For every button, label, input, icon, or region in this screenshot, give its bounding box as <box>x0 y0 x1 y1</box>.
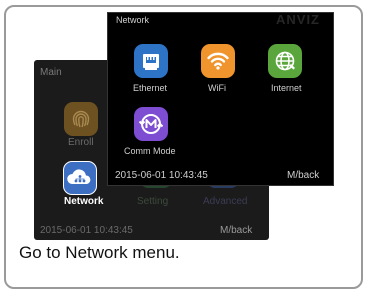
ethernet-label: Ethernet <box>133 83 168 93</box>
network-back-hint: M/back <box>287 170 320 181</box>
internet-label: Internet <box>271 83 302 93</box>
comm-mode-icon <box>138 114 164 134</box>
brand-logo: ANVIZ <box>276 12 320 27</box>
comm-mode-button[interactable] <box>134 107 168 141</box>
main-status-datetime: 2015-06-01 10:43:45 <box>40 225 133 236</box>
enroll-button[interactable] <box>64 102 98 136</box>
ethernet-icon <box>143 54 159 70</box>
ethernet-button[interactable] <box>134 44 168 78</box>
cloud-network-icon <box>67 169 91 184</box>
network-menu-title: Network <box>116 15 150 25</box>
main-back-hint: M/back <box>220 225 253 236</box>
internet-button[interactable] <box>268 44 302 78</box>
wifi-button[interactable] <box>201 44 235 78</box>
enroll-label: Enroll <box>68 137 94 148</box>
main-menu-title: Main <box>40 67 62 78</box>
network-menu-screen <box>107 12 334 186</box>
fingerprint-icon <box>72 110 90 128</box>
globe-icon <box>275 51 295 71</box>
comm-mode-label: Comm Mode <box>124 146 176 156</box>
setting-label: Setting <box>137 196 169 207</box>
figure-caption: Go to Network menu. <box>19 243 180 262</box>
advanced-label: Advanced <box>203 196 248 207</box>
network-status-datetime: 2015-06-01 10:43:45 <box>115 170 208 181</box>
network-label: Network <box>64 196 104 207</box>
network-button[interactable] <box>63 161 97 195</box>
wifi-icon <box>207 52 229 70</box>
wifi-label: WiFi <box>208 83 226 93</box>
